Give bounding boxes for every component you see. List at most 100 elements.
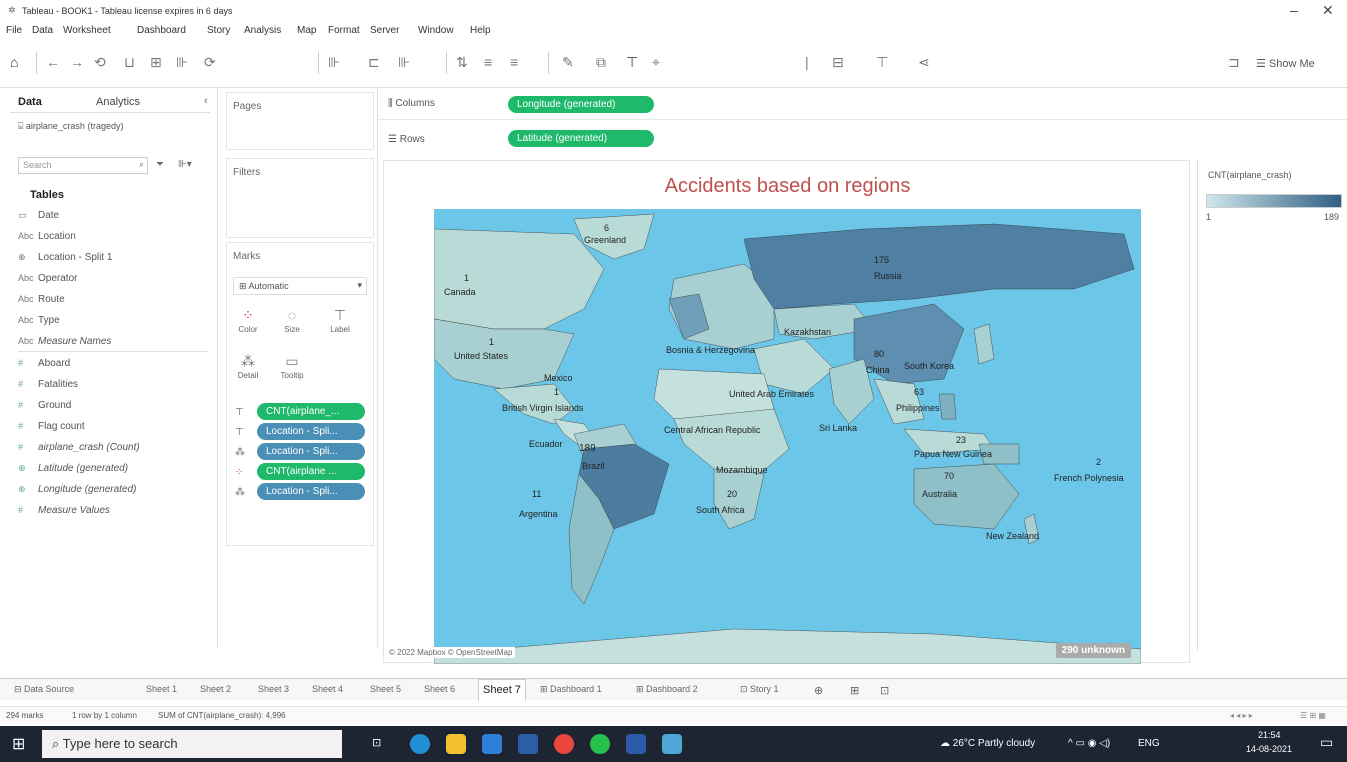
presentation-icon[interactable]: ⊐ [1228,54,1240,70]
field-flag-count[interactable]: # Flag count [18,421,85,432]
menu-worksheet[interactable]: Worksheet [63,25,111,36]
home-icon[interactable]: ⌂ [10,54,18,70]
menu-help[interactable]: Help [470,25,491,36]
menu-map[interactable]: Map [297,25,316,36]
size-button[interactable]: ◌ Size [275,305,309,341]
filled-map[interactable]: 6 Greenland 1 Canada 175 Russia Kazakhst… [434,209,1141,664]
system-tray-icons[interactable]: ^ ▭ ◉ ◁) [1068,738,1110,749]
show-hide-cards-icon[interactable]: ⊤ [876,54,888,70]
swap-icon[interactable]: ⇅ [456,54,468,70]
mail-icon[interactable] [482,734,502,754]
color-button[interactable]: ⁘ Color [231,305,265,341]
field-type[interactable]: Abc Type [18,315,60,326]
tab-analytics[interactable]: Analytics [96,96,140,108]
marks-pill[interactable]: CNT(airplane_... [257,403,365,420]
filter-icon[interactable]: ⏷ [156,159,164,170]
field-measure-values[interactable]: # Measure Values [18,505,110,516]
tab-dashboard2[interactable]: ⊞ Dashboard 2 [636,684,698,695]
field-airplane-crash-count[interactable]: # airplane_crash (Count) [18,442,140,453]
tab-sheet6[interactable]: Sheet 6 [424,684,455,694]
new-story-tab-icon[interactable]: ⊡ [880,684,889,697]
field-ground[interactable]: # Ground [18,400,71,411]
pause-updates-icon[interactable]: ⊪ [176,54,188,70]
new-dashboard-tab-icon[interactable]: ⊞ [850,684,859,697]
menu-story[interactable]: Story [207,25,230,36]
field-measure-names[interactable]: Abc Measure Names [18,336,111,347]
close-icon[interactable]: ✕ [1322,2,1334,19]
sort-desc-icon[interactable]: ≡ [510,54,518,70]
field-fatalities[interactable]: # Fatalities [18,379,78,390]
menu-dashboard[interactable]: Dashboard [137,25,186,36]
menu-file[interactable]: File [6,25,22,36]
show-me-button[interactable]: ☰ Show Me [1256,56,1315,72]
pages-shelf[interactable]: Pages [226,92,374,150]
view-options-icon[interactable]: ⊪▾ [178,159,192,170]
tab-sheet4[interactable]: Sheet 4 [312,684,343,694]
fix-axes-icon[interactable]: ⌖ [652,54,660,70]
field-aboard[interactable]: # Aboard [18,358,70,369]
new-datasource-icon[interactable]: ⊞ [150,54,162,70]
edge-icon[interactable] [410,734,430,754]
field-latitude[interactable]: ⊕ Latitude (generated) [18,463,128,474]
share-icon[interactable]: ⋖ [918,54,930,70]
tab-sheet2[interactable]: Sheet 2 [200,684,231,694]
map-attribution[interactable]: © 2022 Mapbox © OpenStreetMap [386,647,516,658]
tab-sheet7[interactable]: Sheet 7 [478,679,526,701]
field-location-split[interactable]: ⊕ Location - Split 1 [18,252,113,263]
task-view-icon[interactable]: ⊡ [372,736,381,749]
detail-button[interactable]: ⁂ Detail [231,351,265,387]
undo-icon[interactable]: ← [46,54,60,70]
windows-start-icon[interactable]: ⊞ [12,734,25,754]
menu-format[interactable]: Format [328,25,360,36]
tab-data-source[interactable]: ⊟ Data Source [14,684,74,695]
labels-icon[interactable]: ⊤ [626,54,638,70]
marks-pill[interactable]: Location - Spli... [257,483,365,500]
field-route[interactable]: Abc Route [18,294,65,305]
menu-analysis[interactable]: Analysis [244,25,281,36]
rows-pill[interactable]: Latitude (generated) [508,130,654,147]
field-operator[interactable]: Abc Operator [18,273,77,284]
field-location[interactable]: Abc Location [18,231,76,242]
search-input[interactable]: Search ⌕ [18,157,148,174]
file-explorer-icon[interactable] [446,734,466,754]
tab-sheet5[interactable]: Sheet 5 [370,684,401,694]
run-update-icon[interactable]: ⟳ [204,54,216,70]
chrome-icon[interactable] [554,734,574,754]
menu-data[interactable]: Data [32,25,53,36]
whatsapp-icon[interactable] [590,734,610,754]
marks-pill[interactable]: Location - Spli... [257,443,365,460]
minimize-icon[interactable]: ‒ [1290,2,1298,18]
tab-sheet1[interactable]: Sheet 1 [146,684,177,694]
tab-dashboard1[interactable]: ⊞ Dashboard 1 [540,684,602,695]
duplicate-sheet-icon[interactable]: ⊏ [368,54,380,70]
save-icon[interactable]: ⊔ [124,54,135,70]
group-icon[interactable]: ⧉ [596,54,606,70]
taskbar-search[interactable]: ⌕ Type here to search [42,730,342,758]
marks-pill[interactable]: CNT(airplane ... [257,463,365,480]
notification-icon[interactable]: ▭ [1320,734,1333,751]
revert-icon[interactable]: ⟲ [94,54,106,70]
columns-pill[interactable]: Longitude (generated) [508,96,654,113]
highlight-icon[interactable]: ✎ [562,54,574,70]
weather[interactable]: ☁ 26°C Partly cloudy [940,738,1035,749]
new-worksheet-tab-icon[interactable]: ⊕ [814,684,823,697]
tab-sheet3[interactable]: Sheet 3 [258,684,289,694]
field-date[interactable]: ▭ Date [18,210,59,221]
datasource-item[interactable]: ⌸ airplane_crash (tragedy) [18,121,123,132]
language[interactable]: ENG [1138,738,1160,749]
sort-asc-icon[interactable]: ≡ [484,54,492,70]
redo-icon[interactable]: → [70,54,84,70]
fit-icon[interactable]: | [805,54,809,70]
menu-server[interactable]: Server [370,25,399,36]
marks-pill[interactable]: Location - Spli... [257,423,365,440]
app-icon[interactable] [626,734,646,754]
tooltip-button[interactable]: ▭ Tooltip [275,351,309,387]
filters-shelf[interactable]: Filters [226,158,374,238]
unknown-indicator[interactable]: 290 unknown [1055,643,1131,658]
collapse-icon[interactable]: ‹ [204,95,208,107]
clock-date[interactable]: 14-08-2021 [1246,744,1292,754]
clear-sheet-icon[interactable]: ⊪ [398,54,410,70]
tab-story1[interactable]: ⊡ Story 1 [740,684,779,695]
menu-window[interactable]: Window [418,25,454,36]
tab-data[interactable]: Data [18,96,42,108]
